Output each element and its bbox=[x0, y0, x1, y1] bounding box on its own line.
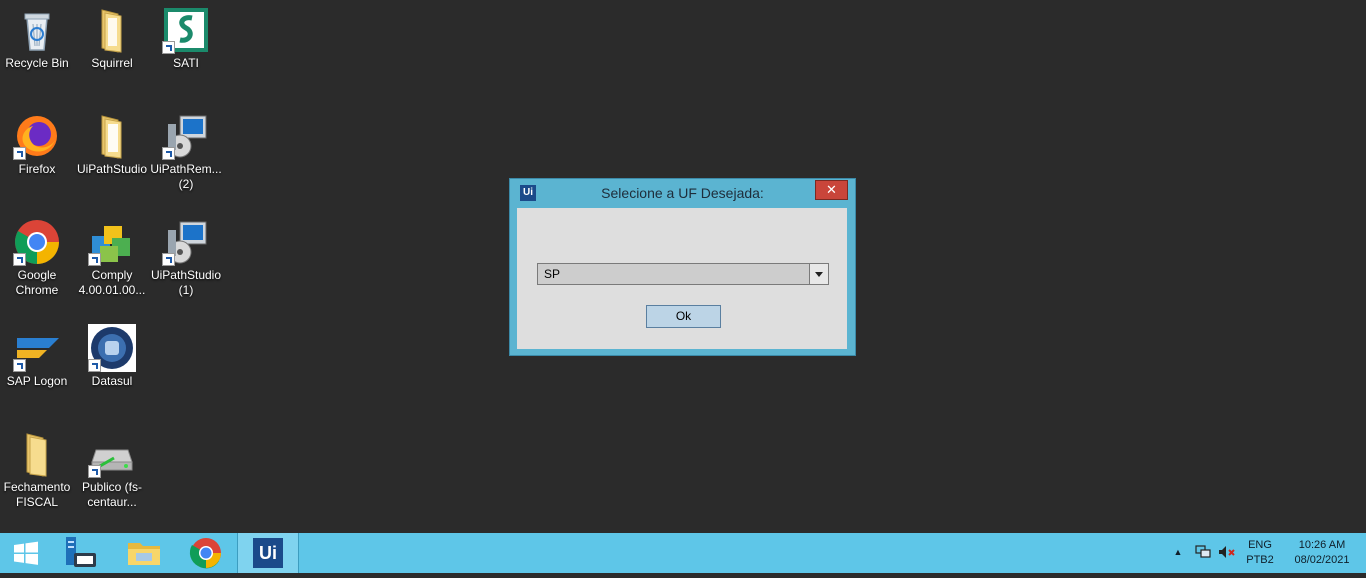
ok-button[interactable]: Ok bbox=[646, 305, 721, 328]
chevron-down-icon[interactable] bbox=[809, 264, 828, 284]
desktop-icon-publico[interactable]: Publico (fs-centaur... bbox=[75, 430, 149, 510]
desktop-icon-label: Recycle Bin bbox=[5, 56, 69, 70]
shortcut-arrow-icon bbox=[88, 359, 101, 372]
network-icon[interactable] bbox=[1195, 545, 1211, 559]
clock-date: 08/02/2021 bbox=[1294, 554, 1350, 566]
folder-icon bbox=[13, 430, 61, 478]
shortcut-arrow-icon bbox=[13, 253, 26, 266]
shortcut-arrow-icon bbox=[162, 147, 175, 160]
desktop-icon-label: UiPathRem... (2) bbox=[150, 162, 222, 191]
desktop-icon-squirrel[interactable]: Squirrel bbox=[75, 6, 149, 71]
chrome-taskbar-button[interactable] bbox=[175, 533, 237, 573]
server-manager-button[interactable] bbox=[52, 533, 114, 573]
shortcut-arrow-icon bbox=[88, 465, 101, 478]
language-code: ENG bbox=[1248, 539, 1272, 551]
desktop-icon-label: Firefox bbox=[18, 162, 56, 176]
installer-icon bbox=[162, 218, 210, 266]
desktop-icon-uipathrem[interactable]: UiPathRem... (2) bbox=[149, 112, 223, 192]
shortcut-arrow-icon bbox=[162, 253, 175, 266]
file-explorer-icon bbox=[128, 543, 160, 565]
shortcut-arrow-icon bbox=[13, 147, 26, 160]
desktop-icon-firefox[interactable]: Firefox bbox=[0, 112, 74, 177]
uipath-icon: Ui bbox=[253, 538, 283, 568]
server-manager-icon bbox=[66, 537, 96, 567]
datasul-icon bbox=[88, 324, 136, 372]
dialog-titlebar[interactable]: Ui Selecione a UF Desejada: ✕ bbox=[510, 179, 855, 207]
sati-icon bbox=[162, 6, 210, 54]
uipath-taskbar-button[interactable]: Ui bbox=[237, 533, 299, 573]
desktop-icon-label: Google Chrome bbox=[15, 268, 59, 297]
uf-dropdown[interactable]: SP bbox=[537, 263, 829, 285]
desktop-icon-datasul[interactable]: Datasul bbox=[75, 324, 149, 389]
desktop-icon-sap-logon[interactable]: SAP Logon bbox=[0, 324, 74, 389]
network-drive-icon bbox=[88, 430, 136, 478]
uf-dropdown-value: SP bbox=[544, 267, 561, 281]
comply-icon bbox=[88, 218, 136, 266]
folder-icon bbox=[88, 6, 136, 54]
clock-time: 10:26 AM bbox=[1298, 539, 1346, 551]
dialog-body: SP Ok bbox=[517, 208, 847, 349]
volume-muted-icon[interactable] bbox=[1218, 545, 1236, 559]
shortcut-arrow-icon bbox=[13, 359, 26, 372]
desktop-icon-comply[interactable]: Comply 4.00.01.00... bbox=[75, 218, 149, 298]
desktop-icon-fechamento-fiscal[interactable]: Fechamento FISCAL bbox=[0, 430, 74, 510]
desktop-icon-label: Fechamento FISCAL bbox=[3, 480, 71, 509]
tray-overflow-chevron[interactable]: ▲ bbox=[1172, 545, 1184, 560]
firefox-icon bbox=[13, 112, 61, 160]
folder-icon bbox=[88, 112, 136, 160]
keyboard-layout-code: PTB2 bbox=[1246, 554, 1274, 566]
clock[interactable]: 10:26 AM 08/02/2021 bbox=[1284, 538, 1360, 568]
chrome-icon bbox=[189, 538, 221, 569]
file-explorer-button[interactable] bbox=[114, 533, 176, 573]
sap-logon-icon bbox=[13, 324, 61, 372]
uipath-icon-label: Ui bbox=[259, 543, 277, 563]
desktop-icon-label: SATI bbox=[173, 56, 199, 70]
desktop-icon-uipathstudio-folder[interactable]: UiPathStudio bbox=[75, 112, 149, 177]
input-language-indicator[interactable]: ENG PTB2 bbox=[1242, 538, 1278, 568]
desktop-icon-label: SAP Logon bbox=[6, 374, 68, 388]
recycle-bin-icon bbox=[13, 6, 61, 54]
shortcut-arrow-icon bbox=[88, 253, 101, 266]
taskbar: Ui ▲ ENG PTB2 10:26 AM 08/02/2021 bbox=[0, 533, 1366, 573]
uf-selection-dialog: Ui Selecione a UF Desejada: ✕ SP Ok bbox=[510, 179, 855, 355]
desktop-icon-google-chrome[interactable]: Google Chrome bbox=[0, 218, 74, 298]
dialog-title: Selecione a UF Desejada: bbox=[601, 185, 764, 201]
desktop-icon-label: Publico (fs-centaur... bbox=[81, 480, 143, 509]
installer-icon bbox=[162, 112, 210, 160]
chrome-icon bbox=[13, 218, 61, 266]
desktop-icon-uipathstudio-1[interactable]: UiPathStudio (1) bbox=[149, 218, 223, 298]
shortcut-arrow-icon bbox=[162, 41, 175, 54]
desktop-icon-label: Datasul bbox=[91, 374, 133, 388]
desktop-icon-sati[interactable]: SATI bbox=[149, 6, 223, 71]
desktop-icon-recycle-bin[interactable]: Recycle Bin bbox=[0, 6, 74, 71]
desktop-icon-label: Squirrel bbox=[91, 56, 133, 70]
desktop-icon-label: UiPathStudio (1) bbox=[150, 268, 222, 297]
close-button[interactable]: ✕ bbox=[815, 180, 848, 200]
desktop-icon-label: UiPathStudio bbox=[76, 162, 148, 176]
desktop-icon-label: Comply 4.00.01.00... bbox=[78, 268, 146, 297]
